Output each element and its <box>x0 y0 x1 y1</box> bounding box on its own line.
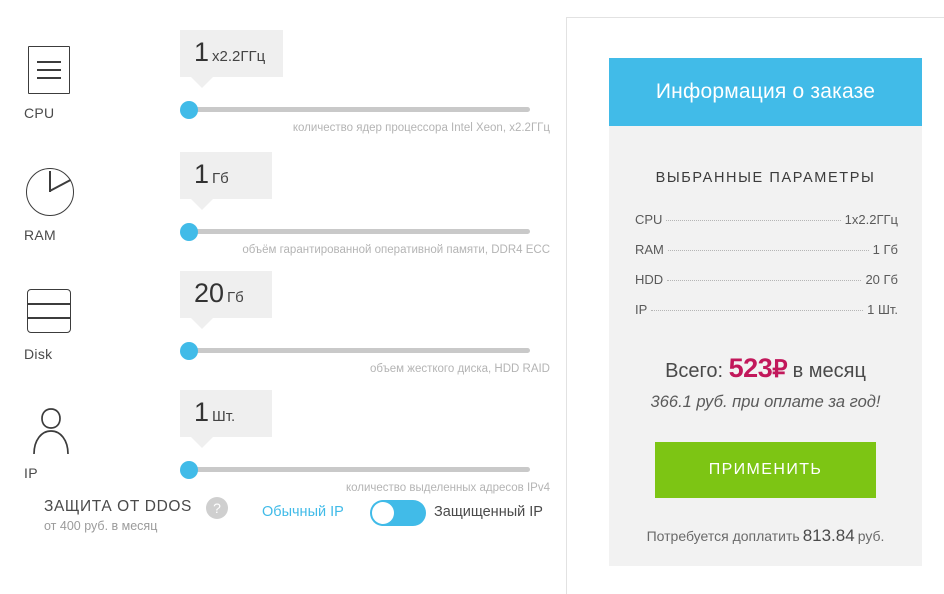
ip-hint: количество выделенных адресов IPv4 <box>345 482 550 494</box>
param-name-ram: RAM <box>635 242 664 257</box>
surcharge-prefix: Потребуется доплатить <box>646 528 800 544</box>
total-prefix: Всего: <box>665 360 724 382</box>
help-icon[interactable]: ? <box>206 497 228 519</box>
cpu-slider-block: 1 x2.2ГГц количество ядер процессора Inte… <box>180 30 550 134</box>
toggle-knob[interactable] <box>372 502 394 524</box>
person-icon-svg <box>33 408 69 455</box>
cpu-value-bubble: 1 x2.2ГГц <box>180 30 284 88</box>
disk-label: Disk <box>24 346 53 362</box>
param-leader <box>651 310 864 311</box>
selected-params-list: CPU 1x2.2ГГц RAM 1 Гб HDD 20 Гб IP 1 Шт. <box>635 212 898 317</box>
cpu-value: 1 <box>194 37 210 67</box>
ram-label: RAM <box>24 227 57 243</box>
param-row-ram: RAM 1 Гб <box>635 242 898 257</box>
param-value-ip: 1 Шт. <box>867 302 898 317</box>
total-suffix: в месяц <box>792 360 866 382</box>
disk-value: 20 <box>194 278 225 308</box>
ip-mode-protected-label[interactable]: Защищенный IP <box>434 504 543 520</box>
cpu-hint: количество ядер процессора Intel Xeon, x… <box>292 122 550 134</box>
order-header-title: Информация о заказе <box>609 58 922 126</box>
param-leader <box>667 280 862 281</box>
param-value-cpu: 1x2.2ГГц <box>844 212 898 227</box>
ip-slider-track[interactable] <box>188 467 530 472</box>
param-value-ram: 1 Гб <box>872 242 898 257</box>
disk-slider-block: 20 Гб объем жесткого диска, HDD RAID <box>180 271 550 375</box>
param-row-hdd: HDD 20 Гб <box>635 272 898 287</box>
ram-value: 1 <box>194 159 210 189</box>
cpu-icon-block: CPU <box>24 44 104 121</box>
param-value-hdd: 20 Гб <box>865 272 898 287</box>
ip-value: 1 <box>194 397 210 427</box>
cpu-unit: x2.2ГГц <box>212 48 266 65</box>
apply-button[interactable]: ПРИМЕНИТЬ <box>655 442 876 498</box>
surcharge-amount: 813.84 <box>802 526 855 545</box>
configurator-panel: CPU 1 x2.2ГГц количество ядер процессора … <box>0 0 566 594</box>
disk-slider[interactable] <box>180 342 530 360</box>
ram-pie-icon <box>24 166 78 220</box>
ip-label: IP <box>24 465 38 481</box>
ram-slider-block: 1 Гб объём гарантированной оперативной па… <box>180 152 550 256</box>
ip-slider[interactable] <box>180 461 530 479</box>
param-leader <box>667 250 869 251</box>
total-price: 523₽ <box>728 353 788 383</box>
param-name-ip: IP <box>635 302 648 317</box>
ram-slider-thumb[interactable] <box>180 223 198 241</box>
ddos-subtitle: от 400 руб. в месяц <box>44 519 158 533</box>
ip-icon-block: IP <box>24 404 104 481</box>
disk-value-bubble: 20 Гб <box>180 271 272 329</box>
disk-unit: Гб <box>227 289 244 306</box>
disk-slider-track[interactable] <box>188 348 530 353</box>
disk-hint: объем жесткого диска, HDD RAID <box>369 363 550 375</box>
cpu-icon <box>24 44 78 98</box>
ddos-protection-row: ЗАЩИТА ОТ DDOS от 400 руб. в месяц ? Обы… <box>0 495 566 545</box>
total-price-line: Всего: 523₽ в месяц <box>609 353 922 384</box>
yearly-price-note: 366.1 руб. при оплате за год! <box>650 393 881 411</box>
param-row-ip: IP 1 Шт. <box>635 302 898 317</box>
ram-hint: объём гарантированной оперативной памяти… <box>242 244 550 256</box>
cpu-slider-track[interactable] <box>188 107 530 112</box>
ram-slider[interactable] <box>180 223 530 241</box>
param-name-hdd: HDD <box>635 272 664 287</box>
ram-slider-track[interactable] <box>188 229 530 234</box>
param-leader <box>666 220 841 221</box>
total-price-amount: 523 <box>728 353 773 383</box>
cpu-slider-thumb[interactable] <box>180 101 198 119</box>
ip-unit: Шт. <box>212 408 236 425</box>
surcharge-suffix: руб. <box>857 528 885 544</box>
order-card: Информация о заказе ВЫБРАННЫЕ ПАРАМЕТРЫ … <box>609 58 922 566</box>
selected-params-title: ВЫБРАННЫЕ ПАРАМЕТРЫ <box>655 170 876 186</box>
ddos-title: ЗАЩИТА ОТ DDOS <box>44 498 192 515</box>
surcharge-line: Потребуется доплатить 813.84 руб. <box>609 526 922 546</box>
ip-value-bubble: 1 Шт. <box>180 390 272 448</box>
cpu-slider[interactable] <box>180 101 530 119</box>
ip-protection-toggle[interactable] <box>370 500 426 526</box>
ram-icon-block: RAM <box>24 166 104 243</box>
cpu-label: CPU <box>24 105 55 121</box>
disk-icon <box>24 285 78 339</box>
ip-slider-thumb[interactable] <box>180 461 198 479</box>
param-name-cpu: CPU <box>635 212 663 227</box>
param-row-cpu: CPU 1x2.2ГГц <box>635 212 898 227</box>
currency-icon: ₽ <box>772 356 787 383</box>
ram-value-bubble: 1 Гб <box>180 152 272 210</box>
ip-mode-normal-label[interactable]: Обычный IP <box>262 504 344 520</box>
ip-slider-block: 1 Шт. количество выделенных адресов IPv4 <box>180 390 550 494</box>
order-panel-container: Информация о заказе ВЫБРАННЫЕ ПАРАМЕТРЫ … <box>566 17 944 594</box>
person-icon <box>24 404 78 458</box>
ram-unit: Гб <box>212 170 229 187</box>
disk-icon-block: Disk <box>24 285 104 362</box>
disk-slider-thumb[interactable] <box>180 342 198 360</box>
